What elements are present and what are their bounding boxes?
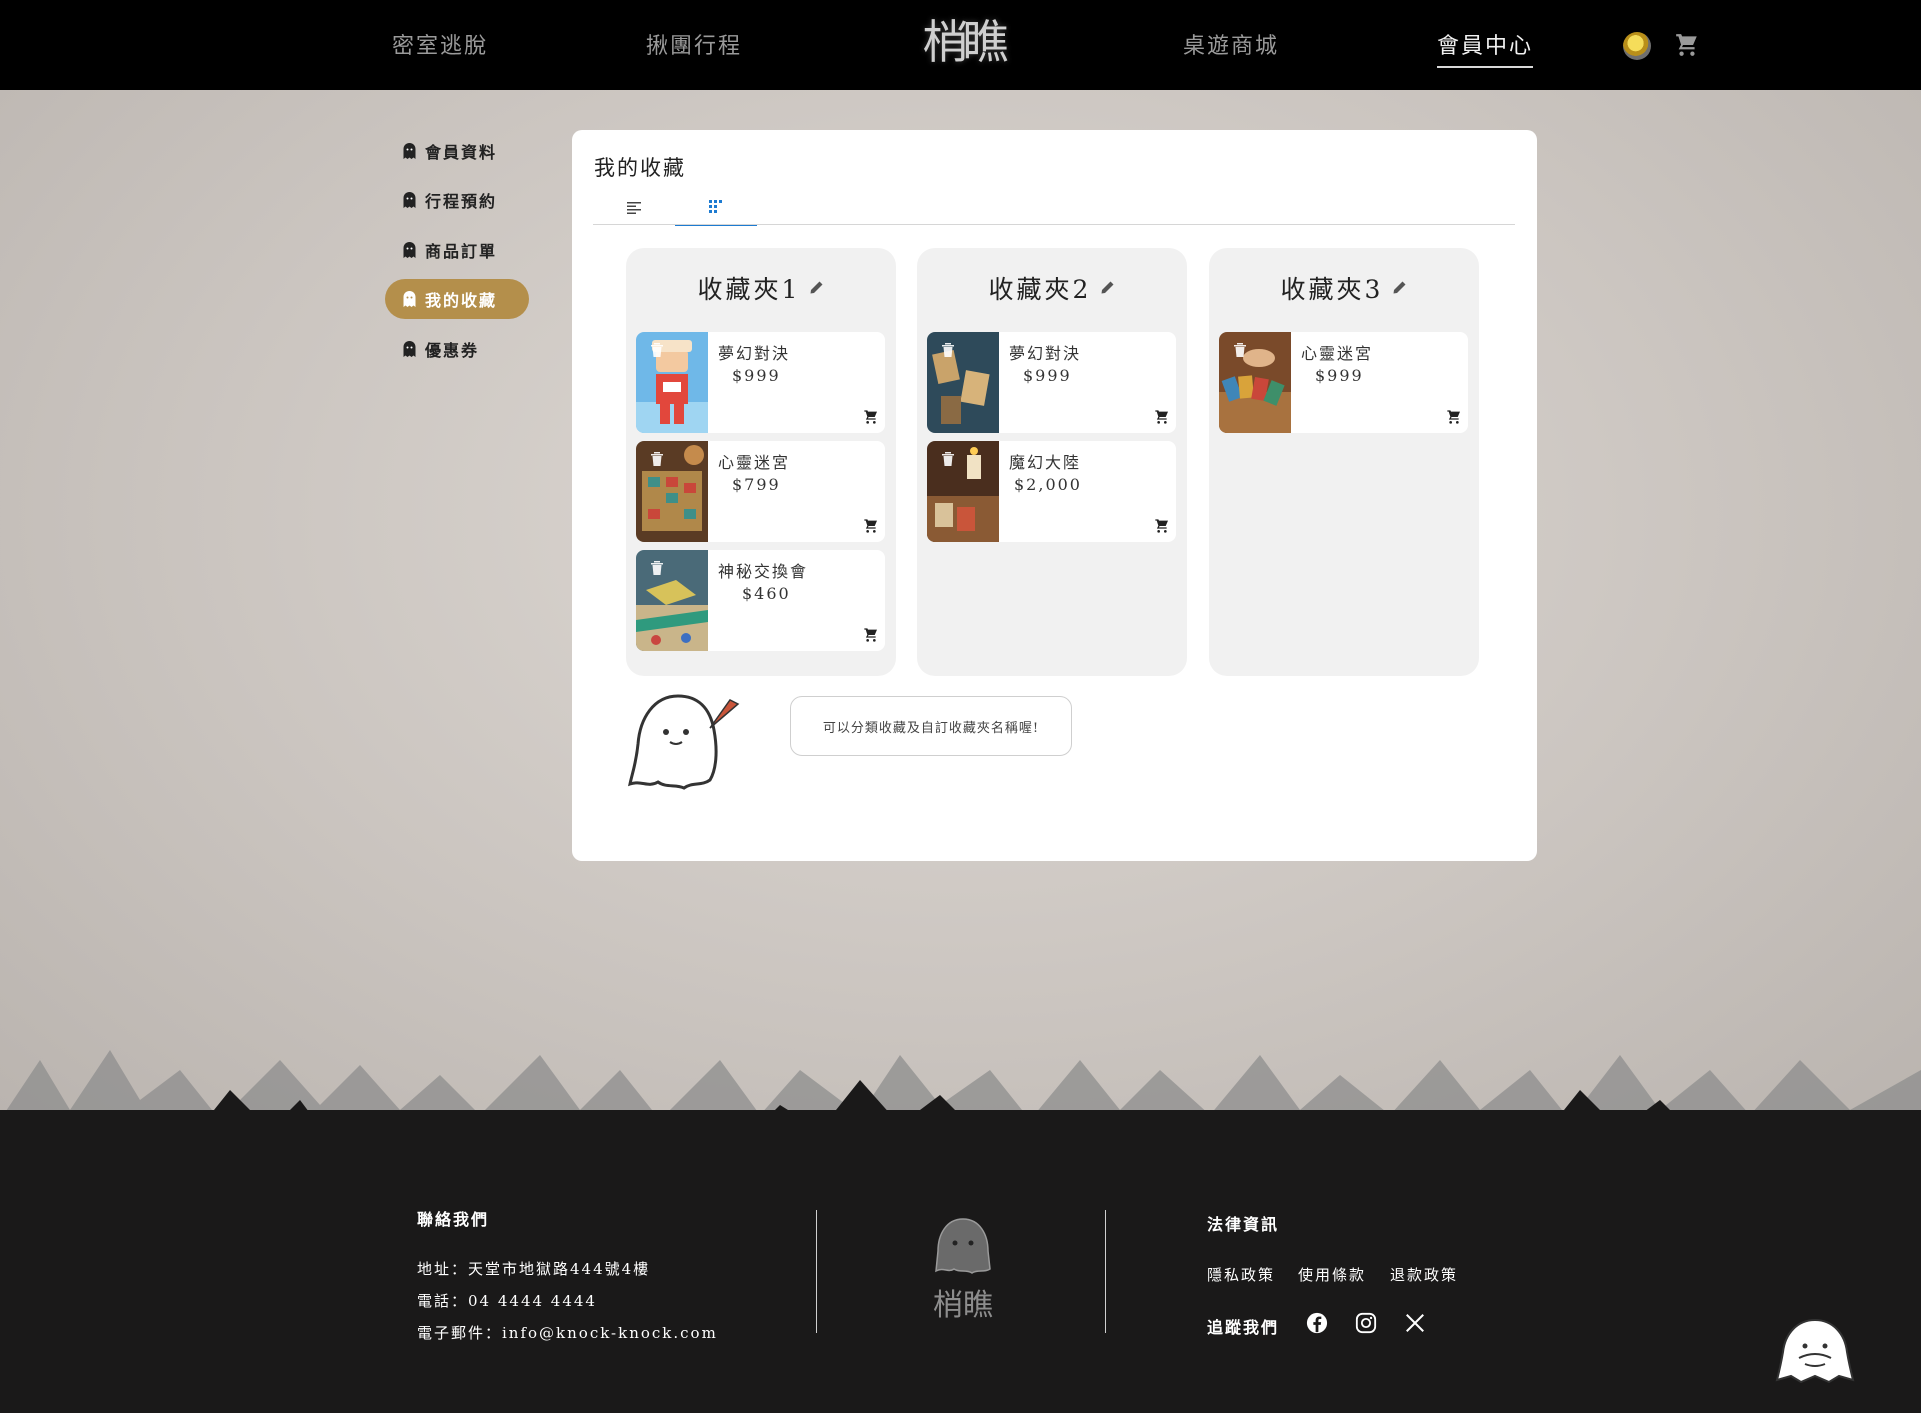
ghost-mascot-icon <box>628 694 740 790</box>
product-price: $799 <box>732 475 781 494</box>
product-thumbnail <box>1219 332 1291 433</box>
add-to-cart-icon[interactable] <box>863 518 879 534</box>
sidebar-item-label: 我的收藏 <box>425 291 498 310</box>
footer-link-terms[interactable]: 使用條款 <box>1298 1264 1366 1285</box>
trash-icon[interactable] <box>1233 342 1247 358</box>
product-thumbnail <box>636 550 708 651</box>
product-name: 心靈迷宮 <box>718 453 791 472</box>
footer-email[interactable]: 電子郵件：info@knock-knock.com <box>417 1322 718 1343</box>
tab-list-view[interactable] <box>593 190 675 226</box>
cart-icon[interactable] <box>1674 32 1700 58</box>
folder-name: 收藏夾2 <box>988 275 1092 304</box>
favorite-item-card[interactable]: 夢幻對決 $999 <box>636 332 885 433</box>
trash-icon[interactable] <box>650 342 664 358</box>
footer-divider <box>816 1210 817 1333</box>
product-thumbnail <box>927 441 999 542</box>
edit-pencil-icon[interactable] <box>1099 280 1115 296</box>
trash-icon[interactable] <box>941 451 955 467</box>
product-price: $999 <box>1023 366 1072 385</box>
product-name: 心靈迷宮 <box>1301 344 1374 363</box>
footer-address: 地址：天堂市地獄路444號4樓 <box>417 1260 651 1278</box>
ghost-icon <box>403 192 416 208</box>
favorite-item-card[interactable]: 魔幻大陸 $2,000 <box>927 441 1176 542</box>
product-name: 神秘交換會 <box>718 562 809 581</box>
edit-pencil-icon[interactable] <box>1391 280 1407 296</box>
sidebar-item-bookings[interactable]: 行程預約 <box>385 180 529 220</box>
ghost-icon <box>403 242 416 258</box>
favorite-item-card[interactable]: 心靈迷宮 $799 <box>636 441 885 542</box>
facebook-icon[interactable] <box>1306 1312 1328 1334</box>
tip-bubble: 可以分類收藏及自訂收藏夾名稱喔! <box>790 696 1072 756</box>
favorite-folder: 收藏夾3 心靈迷宮 $999 <box>1209 248 1479 676</box>
add-to-cart-icon[interactable] <box>863 409 879 425</box>
ghost-icon <box>403 143 416 159</box>
favorite-folder: 收藏夾2 夢幻對決 $999 魔幻大陸 $2,000 <box>917 248 1187 676</box>
ghost-icon <box>403 291 416 307</box>
edit-pencil-icon[interactable] <box>808 280 824 296</box>
favorite-item-card[interactable]: 夢幻對決 $999 <box>927 332 1176 433</box>
add-to-cart-icon[interactable] <box>1446 409 1462 425</box>
sidebar-item-profile[interactable]: 會員資料 <box>385 131 529 171</box>
product-thumbnail <box>636 332 708 433</box>
nav-group-trips[interactable]: 揪團行程 <box>646 28 742 60</box>
footer-divider <box>1105 1210 1106 1333</box>
sidebar-item-coupons[interactable]: 優惠券 <box>385 329 529 369</box>
tab-grid-view[interactable] <box>675 190 757 226</box>
page-title: 我的收藏 <box>594 156 686 180</box>
nav-member-center[interactable]: 會員中心 <box>1437 28 1534 68</box>
product-price: $999 <box>732 366 781 385</box>
instagram-icon[interactable] <box>1355 1312 1377 1334</box>
product-thumbnail <box>636 441 708 542</box>
grid-view-icon <box>709 200 722 213</box>
x-icon[interactable] <box>1404 1312 1426 1334</box>
add-to-cart-icon[interactable] <box>1154 518 1170 534</box>
footer-follow-title: 追蹤我們 <box>1207 1318 1280 1337</box>
footer-link-privacy[interactable]: 隱私政策 <box>1207 1264 1275 1285</box>
tab-divider <box>593 224 1515 225</box>
footer-legal-title: 法律資訊 <box>1207 1215 1280 1234</box>
product-name: 魔幻大陸 <box>1009 453 1082 472</box>
nav-escape-room[interactable]: 密室逃脫 <box>392 28 488 60</box>
folder-name: 收藏夾3 <box>1280 275 1384 304</box>
product-price: $460 <box>742 584 791 603</box>
sidebar-item-label: 商品訂單 <box>425 242 498 261</box>
product-price: $2,000 <box>1014 475 1082 494</box>
trash-icon[interactable] <box>941 342 955 358</box>
ghost-chat-icon[interactable] <box>1775 1318 1855 1384</box>
top-nav: 密室逃脫 揪團行程 梢瞧 桌遊商城 會員中心 <box>0 0 1921 90</box>
footer-phone: 電話：04 4444 4444 <box>417 1292 597 1310</box>
favorites-panel: 我的收藏 收藏夾1 夢幻對決 $999 心靈迷宮 $799 神秘交換會 $460… <box>572 130 1537 861</box>
footer-contact-title: 聯絡我們 <box>417 1210 490 1229</box>
add-to-cart-icon[interactable] <box>1154 409 1170 425</box>
footer-logo-text: 梢瞧 <box>933 1288 993 1323</box>
favorite-item-card[interactable]: 神秘交換會 $460 <box>636 550 885 651</box>
nav-board-game-shop[interactable]: 桌遊商城 <box>1183 28 1279 60</box>
favorite-item-card[interactable]: 心靈迷宮 $999 <box>1219 332 1468 433</box>
brand-logo[interactable]: 梢瞧 <box>900 10 1025 74</box>
product-price: $999 <box>1315 366 1364 385</box>
trash-icon[interactable] <box>650 451 664 467</box>
sidebar-item-orders[interactable]: 商品訂單 <box>385 230 529 270</box>
product-thumbnail <box>927 332 999 433</box>
sidebar-item-favorites[interactable]: 我的收藏 <box>385 279 529 319</box>
product-name: 夢幻對決 <box>718 344 791 363</box>
sidebar-item-label: 行程預約 <box>425 192 498 211</box>
footer-logo[interactable]: 梢瞧 <box>918 1215 1008 1325</box>
list-view-icon <box>627 202 641 214</box>
folder-name: 收藏夾1 <box>697 275 801 304</box>
footer-link-refund[interactable]: 退款政策 <box>1390 1264 1458 1285</box>
product-name: 夢幻對決 <box>1009 344 1082 363</box>
sidebar-item-label: 會員資料 <box>425 143 498 162</box>
add-to-cart-icon[interactable] <box>863 627 879 643</box>
sidebar-item-label: 優惠券 <box>425 341 480 360</box>
coin-icon[interactable] <box>1623 32 1651 60</box>
trash-icon[interactable] <box>650 560 664 576</box>
ghost-icon <box>403 341 416 357</box>
favorite-folder: 收藏夾1 夢幻對決 $999 心靈迷宮 $799 神秘交換會 $460 <box>626 248 896 676</box>
